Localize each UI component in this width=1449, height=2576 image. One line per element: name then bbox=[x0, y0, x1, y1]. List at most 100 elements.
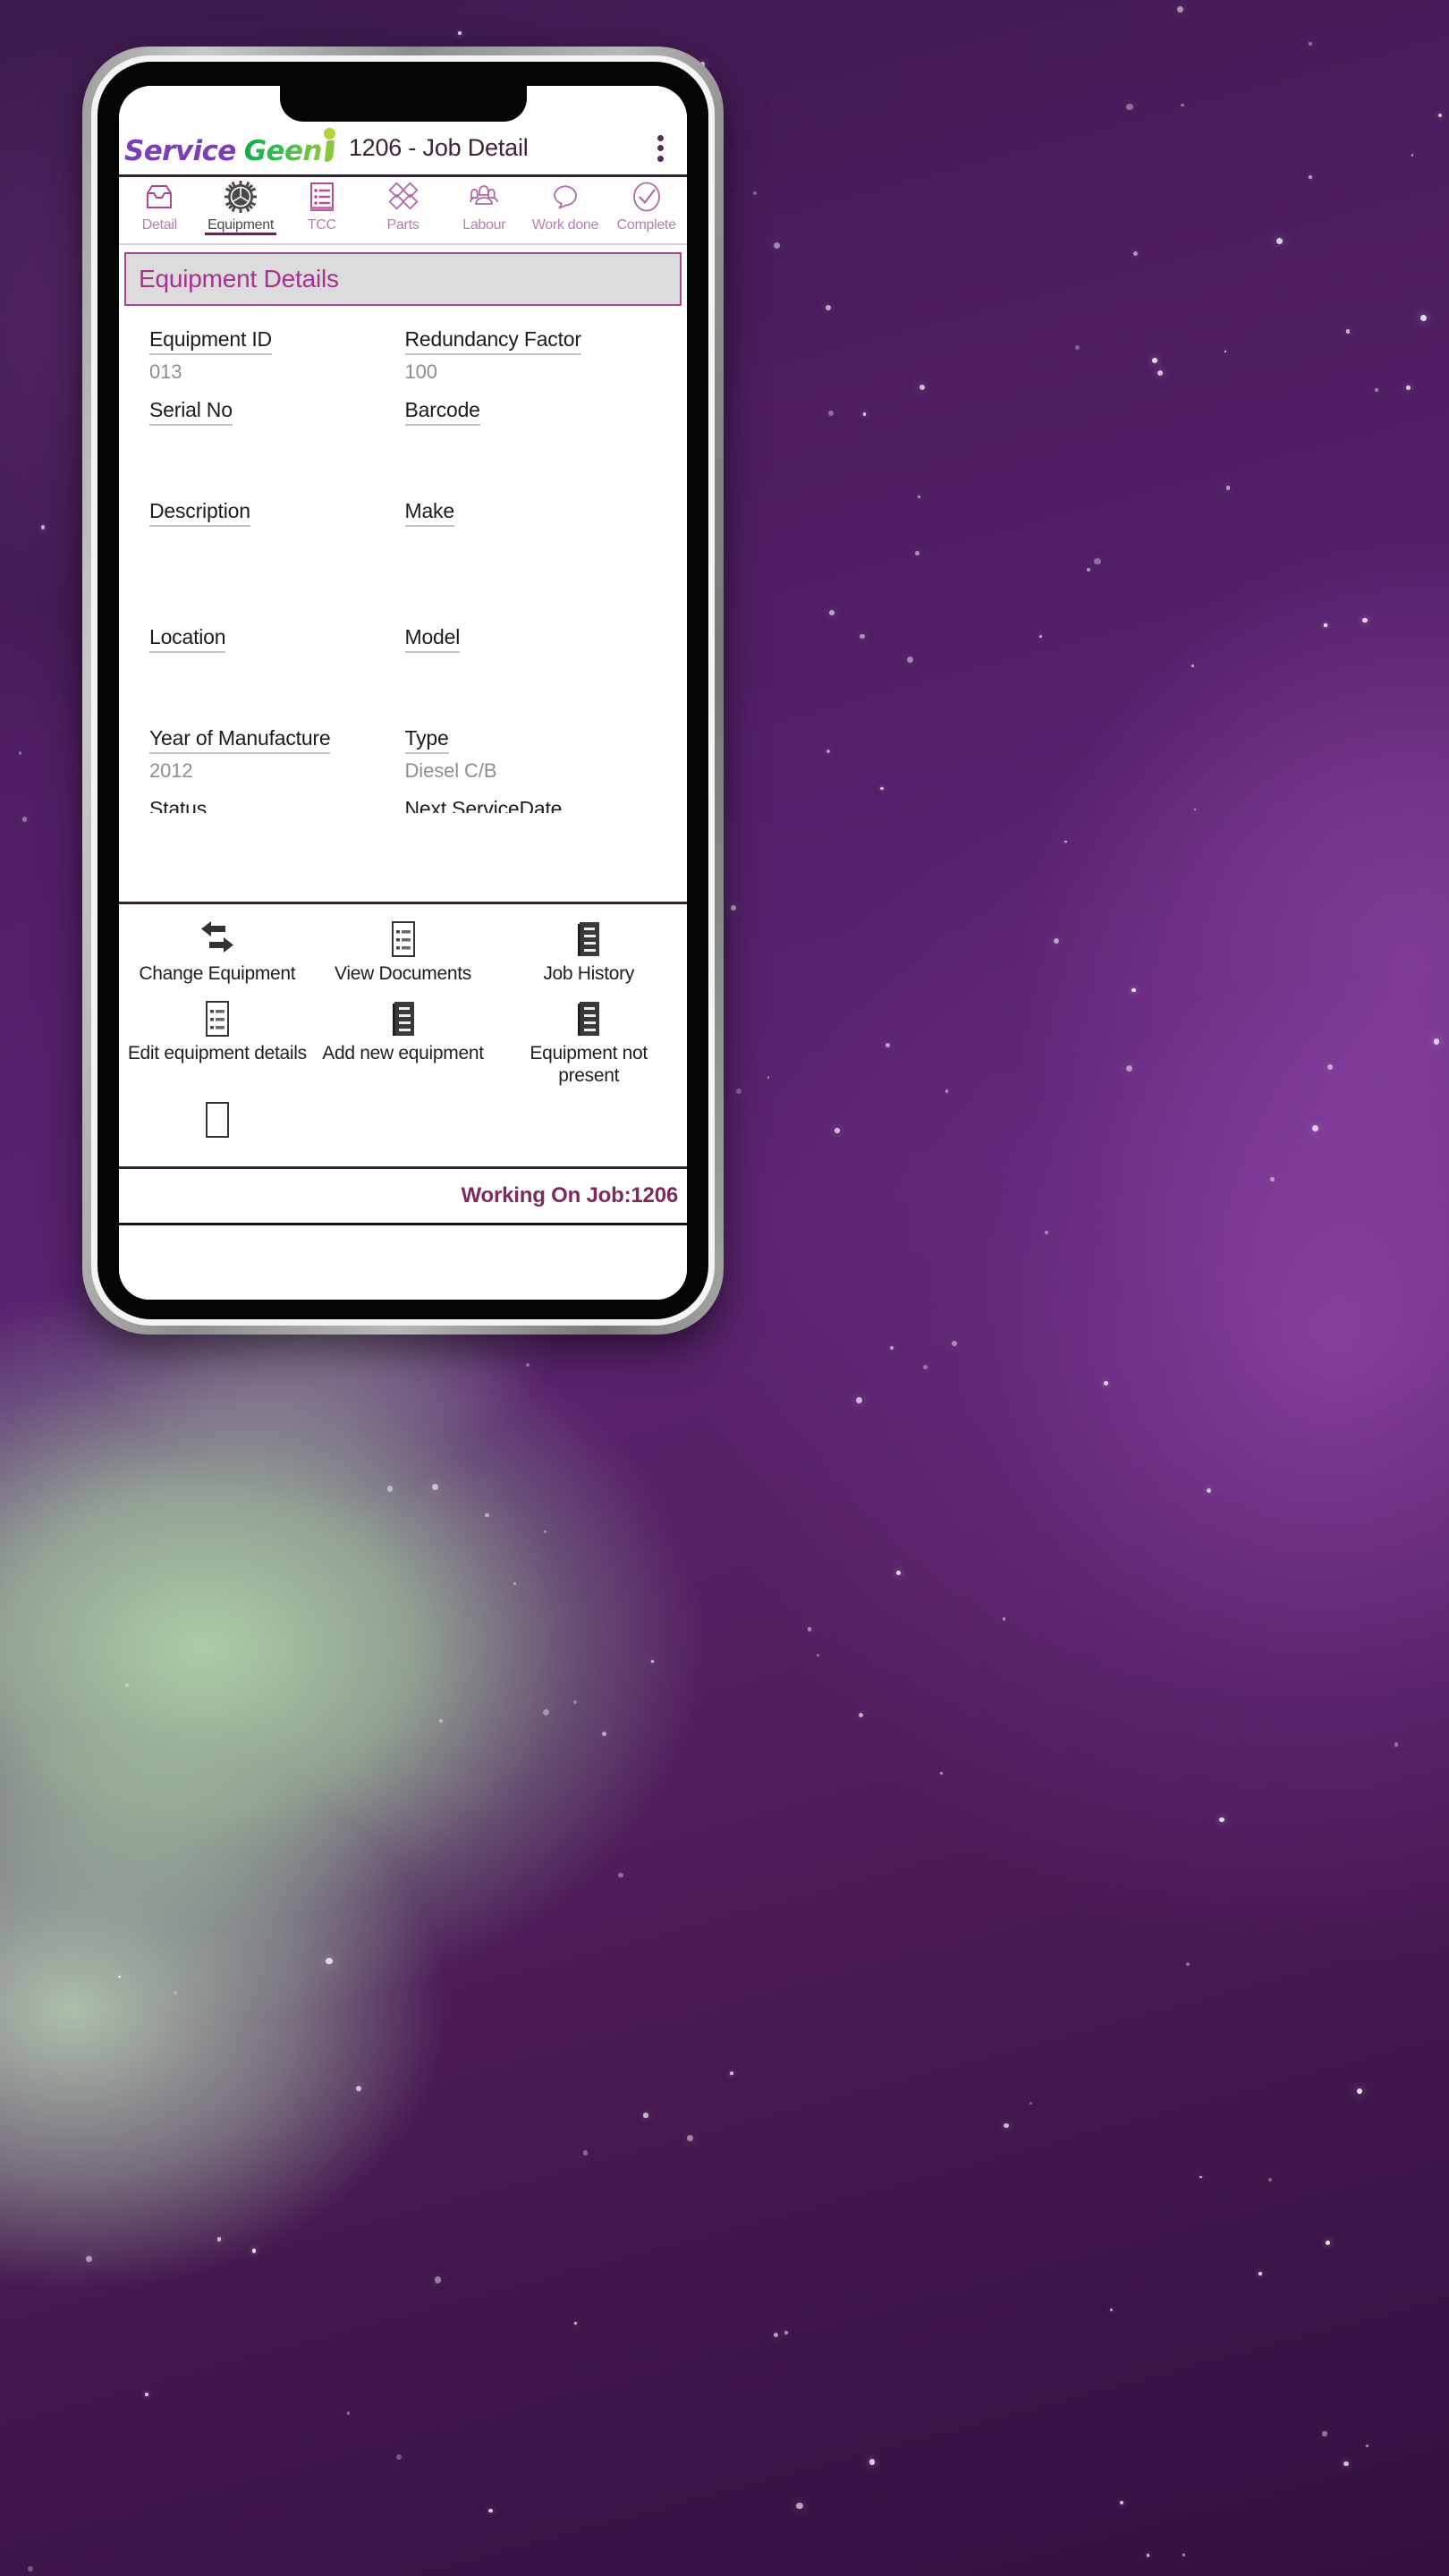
document-list-filled-icon bbox=[568, 919, 609, 960]
tab-complete[interactable]: Complete bbox=[606, 179, 687, 233]
field-value[interactable]: 100 bbox=[405, 360, 647, 384]
action-edit-equipment-details[interactable]: Edit equipment details bbox=[124, 995, 310, 1097]
speech-bubble-icon bbox=[547, 179, 583, 215]
tab-complete-label: Complete bbox=[616, 217, 676, 233]
action-change-equipment[interactable]: Change Equipment bbox=[124, 915, 310, 995]
field-label: Redundancy Factor bbox=[404, 327, 581, 355]
tab-equipment[interactable]: Equipment bbox=[200, 179, 282, 235]
section-title: Equipment Details bbox=[139, 265, 339, 292]
field-label: Serial No bbox=[149, 398, 233, 426]
document-list-outline-icon bbox=[197, 1099, 238, 1140]
tab-parts[interactable]: Parts bbox=[362, 179, 444, 233]
logo-word-geen: Geen bbox=[243, 134, 323, 167]
diamonds-icon bbox=[386, 179, 421, 215]
phone-device-frame: Service Geen 1206 - Job Detail Detail Eq… bbox=[82, 47, 724, 1335]
field-label: Model bbox=[404, 625, 460, 653]
action-job-history[interactable]: Job History bbox=[496, 915, 682, 995]
tab-labour[interactable]: Labour bbox=[444, 179, 525, 233]
section-header: Equipment Details bbox=[124, 252, 682, 306]
checklist-icon bbox=[304, 179, 340, 215]
field-label: Equipment ID bbox=[149, 327, 272, 355]
action-spacer bbox=[496, 1096, 682, 1149]
working-on-job-status: Working On Job:1206 bbox=[461, 1183, 679, 1208]
action-row-partial bbox=[124, 1096, 682, 1149]
field-next-service-date: Next ServiceDate bbox=[405, 797, 647, 813]
document-list-outline-icon bbox=[197, 998, 238, 1039]
form-row: Status Next ServiceDate bbox=[149, 797, 660, 827]
logo-genie-i-icon bbox=[323, 127, 336, 162]
tab-work-done[interactable]: Work done bbox=[525, 179, 606, 233]
form-row: Description Make bbox=[149, 499, 660, 625]
phone-screen-bezel: Service Geen 1206 - Job Detail Detail Eq… bbox=[97, 62, 708, 1319]
action-row: Change Equipment View Documents Job Hist… bbox=[124, 915, 682, 995]
field-value[interactable] bbox=[149, 532, 391, 588]
action-button-panel: Change Equipment View Documents Job Hist… bbox=[119, 902, 687, 1166]
field-value[interactable] bbox=[149, 431, 391, 485]
field-value[interactable] bbox=[149, 658, 391, 712]
form-row: Equipment ID 013 Redundancy Factor 100 bbox=[149, 327, 660, 398]
form-row: Serial No Barcode bbox=[149, 398, 660, 499]
tab-tcc[interactable]: TCC bbox=[281, 179, 362, 233]
field-label: Description bbox=[149, 499, 250, 527]
field-status: Status bbox=[149, 797, 391, 813]
action-label: Edit equipment details bbox=[127, 1042, 307, 1063]
action-partial-next[interactable] bbox=[124, 1096, 310, 1149]
action-label: Equipment not present bbox=[530, 1042, 648, 1086]
tab-parts-label: Parts bbox=[386, 217, 419, 233]
phone-bezel-inner: Service Geen 1206 - Job Detail Detail Eq… bbox=[91, 55, 715, 1326]
field-label: Type bbox=[404, 726, 449, 754]
tab-detail-label: Detail bbox=[141, 217, 177, 233]
field-equipment-id: Equipment ID 013 bbox=[149, 327, 391, 384]
field-location: Location bbox=[149, 625, 391, 712]
field-label: Barcode bbox=[404, 398, 480, 426]
field-label: Location bbox=[149, 625, 226, 653]
form-row: Year of Manufacture 2012 Type Diesel C/B bbox=[149, 726, 660, 797]
field-label: Status bbox=[149, 797, 208, 813]
action-label: Change Equipment bbox=[139, 963, 296, 984]
field-value[interactable] bbox=[405, 431, 647, 485]
field-value[interactable] bbox=[405, 532, 647, 588]
field-barcode: Barcode bbox=[404, 398, 647, 485]
service-geeni-logo: Service Geen bbox=[124, 127, 336, 167]
action-spacer bbox=[310, 1096, 496, 1149]
phone-screen: Service Geen 1206 - Job Detail Detail Eq… bbox=[119, 86, 687, 1300]
field-value[interactable] bbox=[405, 658, 647, 712]
field-description: Description bbox=[149, 499, 391, 588]
field-value[interactable]: Diesel C/B bbox=[405, 759, 647, 783]
action-add-new-equipment[interactable]: Add new equipment bbox=[310, 995, 496, 1097]
tab-bar: Detail Equipment TCC Parts Labour Work d… bbox=[119, 177, 687, 245]
status-footer: Working On Job:1206 bbox=[119, 1166, 687, 1225]
phone-notch bbox=[279, 86, 527, 122]
action-view-documents[interactable]: View Documents bbox=[310, 915, 496, 995]
people-icon bbox=[466, 179, 502, 215]
tab-detail[interactable]: Detail bbox=[119, 179, 200, 233]
field-model: Model bbox=[404, 625, 647, 712]
action-label: View Documents bbox=[335, 963, 471, 984]
document-list-filled-icon bbox=[568, 998, 609, 1039]
logo-word-service: Service bbox=[124, 134, 236, 167]
document-list-filled-icon bbox=[383, 998, 424, 1039]
field-value[interactable]: 2012 bbox=[149, 759, 391, 783]
equipment-details-form: Equipment ID 013 Redundancy Factor 100 S… bbox=[119, 306, 687, 902]
action-equipment-not-present[interactable]: Equipment not present bbox=[496, 995, 682, 1097]
action-label: Job History bbox=[543, 963, 635, 984]
tab-labour-label: Labour bbox=[462, 217, 506, 233]
tab-tcc-label: TCC bbox=[307, 217, 336, 233]
tab-work-done-label: Work done bbox=[531, 217, 599, 233]
field-label: Year of Manufacture bbox=[149, 726, 331, 754]
field-label: Next ServiceDate bbox=[404, 797, 563, 813]
inbox-tray-icon bbox=[141, 179, 177, 215]
field-label: Make bbox=[404, 499, 454, 527]
three-dots-vertical-icon[interactable] bbox=[648, 132, 673, 165]
action-row: Edit equipment details Add new equipment… bbox=[124, 995, 682, 1097]
form-row: Location Model bbox=[149, 625, 660, 726]
check-circle-icon bbox=[629, 179, 665, 215]
field-redundancy-factor: Redundancy Factor 100 bbox=[404, 327, 647, 384]
field-value[interactable]: 013 bbox=[149, 360, 391, 384]
action-label: Add new equipment bbox=[322, 1042, 484, 1063]
tab-equipment-label: Equipment bbox=[208, 217, 274, 233]
field-serial-no: Serial No bbox=[149, 398, 391, 485]
app-header: Service Geen 1206 - Job Detail bbox=[119, 122, 687, 177]
gear-icon bbox=[223, 179, 258, 215]
field-make: Make bbox=[404, 499, 647, 588]
